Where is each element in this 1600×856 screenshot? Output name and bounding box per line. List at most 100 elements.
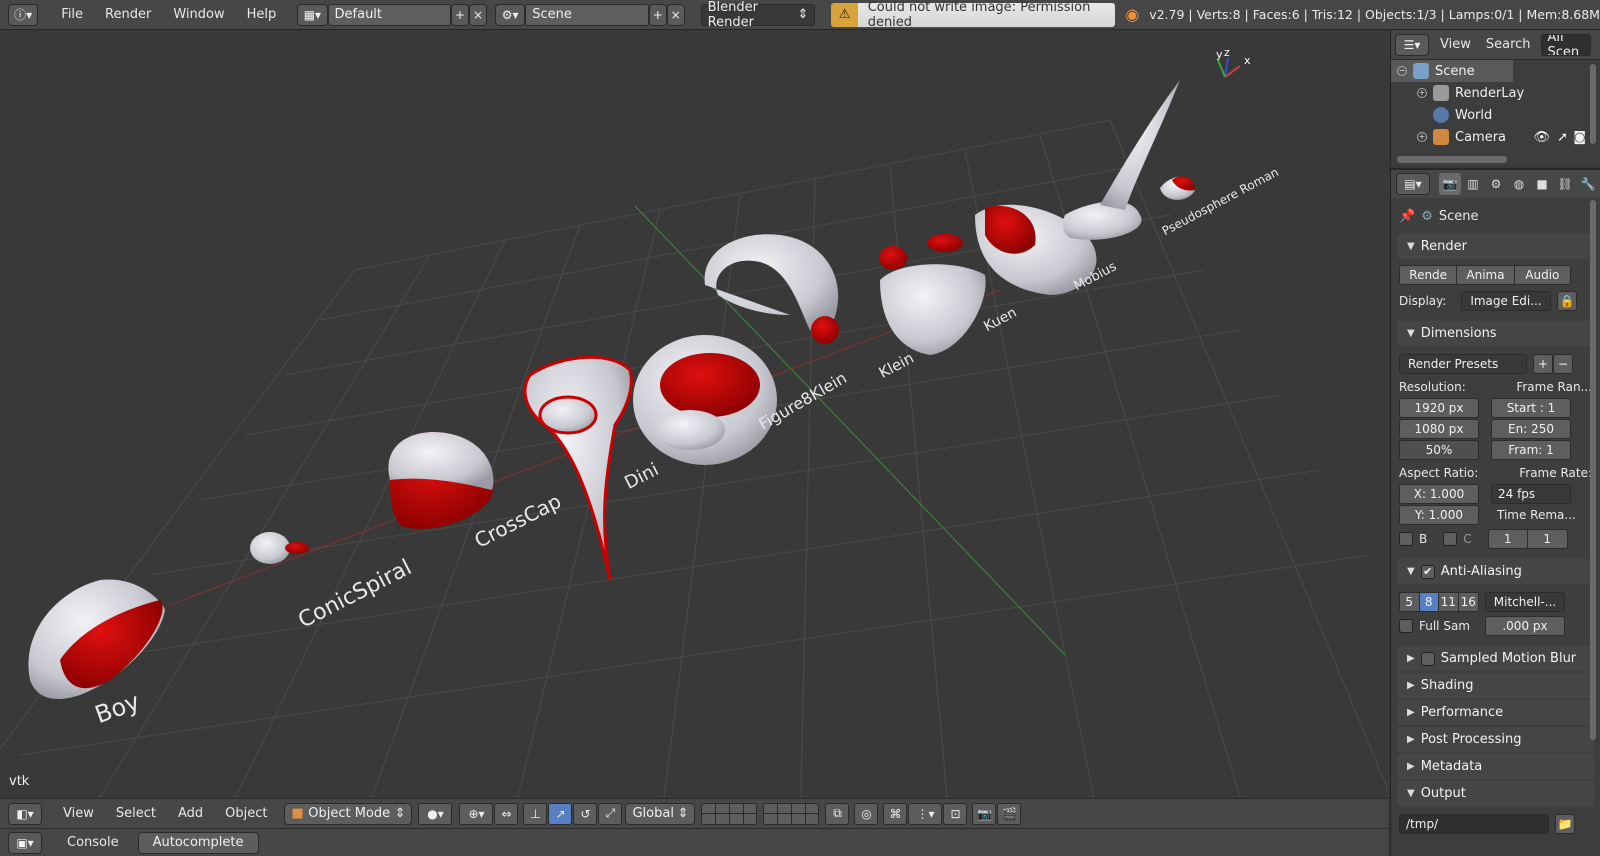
renderable-camera-icon[interactable]: ◙ <box>1573 130 1586 145</box>
snap-element-icon[interactable]: ⋮▾ <box>908 802 943 825</box>
filter-size-field[interactable]: .000 px <box>1485 616 1565 636</box>
frame-start-field[interactable]: Start : 1 <box>1491 398 1571 418</box>
menu-help[interactable]: Help <box>236 7 288 22</box>
render-still-button[interactable]: Rende <box>1400 266 1458 284</box>
properties-v-scrollbar[interactable] <box>1590 200 1596 740</box>
translate-icon[interactable]: ↗ <box>548 802 573 825</box>
world-tab-icon[interactable]: ◍ <box>1508 173 1530 195</box>
display-select[interactable]: Image Edi... <box>1461 291 1551 311</box>
render-audio-button[interactable]: Audio <box>1514 266 1570 284</box>
visibility-eye-icon[interactable]: 👁 <box>1533 130 1550 145</box>
render-animation-button[interactable]: Anima <box>1457 266 1515 284</box>
panel-render[interactable]: ▼ Render <box>1397 234 1594 259</box>
panel-dimensions[interactable]: ▼ Dimensions <box>1397 321 1594 346</box>
frame-step-field[interactable]: Fram: 1 <box>1491 440 1571 460</box>
outliner-v-scrollbar[interactable] <box>1590 64 1596 144</box>
layers-grid-1[interactable] <box>701 802 758 825</box>
aa-sample-16[interactable]: 16 <box>1458 593 1478 611</box>
resolution-percent-field[interactable]: 50% <box>1399 440 1479 460</box>
frame-end-field[interactable]: En: 250 <box>1491 419 1571 439</box>
object-tab-icon[interactable]: ■ <box>1531 173 1553 195</box>
vp-menu-object[interactable]: Object <box>214 806 278 821</box>
snap-target-icon[interactable]: ⊡ <box>943 802 968 825</box>
opengl-anim-icon[interactable]: 🎬 <box>997 802 1022 825</box>
3d-viewport[interactable]: x y z Boy ConicSpiral CrossCap Dini Figu… <box>0 30 1388 798</box>
pivot-icon[interactable]: ⊕▾ <box>459 802 494 825</box>
render-presets-select[interactable]: Render Presets <box>1399 354 1527 374</box>
full-sample-checkbox[interactable] <box>1399 619 1413 633</box>
outliner-view-menu[interactable]: View <box>1429 37 1482 52</box>
fps-select[interactable]: 24 fps <box>1491 484 1571 504</box>
aspect-x-field[interactable]: X: 1.000 <box>1399 484 1479 504</box>
render-layers-tab-icon[interactable]: ▥ <box>1462 173 1484 195</box>
expand-icon[interactable]: + <box>1417 88 1427 98</box>
outliner-item-world[interactable]: World <box>1391 104 1600 126</box>
vp-menu-view[interactable]: View <box>52 806 105 821</box>
remap-old-field[interactable]: 1 <box>1488 530 1528 548</box>
aa-sample-8[interactable]: 8 <box>1419 593 1439 611</box>
layout-remove-icon[interactable]: × <box>469 3 487 26</box>
constraints-tab-icon[interactable]: ⛓ <box>1554 173 1576 195</box>
aa-filter-select[interactable]: Mitchell-... <box>1485 592 1565 612</box>
modifiers-tab-icon[interactable]: 🔧 <box>1577 173 1599 195</box>
scene-field[interactable]: Scene <box>525 3 649 26</box>
output-path-field[interactable]: /tmp/ <box>1399 814 1549 834</box>
panel-performance[interactable]: ▶ Performance <box>1397 700 1594 725</box>
panel-shading[interactable]: ▶ Shading <box>1397 673 1594 698</box>
crop-checkbox[interactable] <box>1443 532 1458 546</box>
scene-icon[interactable]: ⚙▾ <box>494 3 526 26</box>
editor-type-properties-icon[interactable]: ▤▾ <box>1396 173 1430 195</box>
aspect-y-field[interactable]: Y: 1.000 <box>1399 505 1479 525</box>
resolution-x-field[interactable]: 1920 px <box>1399 398 1479 418</box>
layout-field[interactable]: Default <box>327 3 452 26</box>
border-checkbox[interactable] <box>1399 532 1413 546</box>
outliner-item-scene[interactable]: − Scene <box>1391 60 1513 82</box>
resolution-y-field[interactable]: 1080 px <box>1399 419 1479 439</box>
editor-type-info-icon[interactable]: ⓘ▾ <box>8 3 39 26</box>
folder-browse-icon[interactable]: 📁 <box>1555 814 1575 834</box>
render-tab-icon[interactable]: 📷 <box>1439 173 1461 195</box>
shading-solid-icon[interactable]: ●▾ <box>418 802 453 825</box>
layout-icon[interactable]: ▦▾ <box>297 3 328 26</box>
antialiasing-checkbox[interactable]: ✔ <box>1420 564 1435 579</box>
outliner-item-renderlayers[interactable]: + RenderLay <box>1391 82 1600 104</box>
panel-antialiasing[interactable]: ▼ ✔ Anti-Aliasing <box>1397 559 1594 584</box>
autocomplete-button[interactable]: Autocomplete <box>137 831 259 854</box>
pin-icon[interactable]: 📌 <box>1399 209 1415 224</box>
manipulator-toggle-icon[interactable]: ⇔ <box>494 802 519 825</box>
editor-type-console-icon[interactable]: ▣▾ <box>8 831 42 854</box>
aa-sample-5[interactable]: 5 <box>1400 593 1420 611</box>
vp-menu-add[interactable]: Add <box>167 806 214 821</box>
layout-add-icon[interactable]: + <box>451 3 470 26</box>
preset-remove-icon[interactable]: − <box>1553 354 1573 374</box>
opengl-render-icon[interactable]: 📷 <box>972 802 997 825</box>
axis-manipulator-icon[interactable]: ⊥ <box>523 802 548 825</box>
outliner-search-menu[interactable]: Search <box>1482 37 1535 52</box>
scene-remove-icon[interactable]: × <box>666 3 685 26</box>
warning-report[interactable]: ⚠ Could not write image: Permission deni… <box>831 0 1116 30</box>
panel-sampled-motion-blur[interactable]: ▶ Sampled Motion Blur <box>1397 646 1594 671</box>
orientation-select[interactable]: Global ⇕ <box>625 802 696 825</box>
vp-menu-select[interactable]: Select <box>105 806 167 821</box>
render-engine-select[interactable]: Blender Render ⇕ <box>700 0 816 30</box>
menu-render[interactable]: Render <box>94 7 162 22</box>
scene-add-icon[interactable]: + <box>648 3 667 26</box>
aa-sample-11[interactable]: 11 <box>1439 593 1459 611</box>
scale-icon[interactable]: ⤢ <box>598 802 623 825</box>
panel-metadata[interactable]: ▶ Metadata <box>1397 754 1594 779</box>
lock-interface-icon[interactable]: 🔒 <box>1557 291 1577 311</box>
lock-layers-icon[interactable]: ⧉ <box>825 802 850 825</box>
outliner-h-scrollbar[interactable] <box>1397 156 1507 163</box>
outliner-item-camera[interactable]: + Camera 👁 ➚ ◙ <box>1391 126 1600 148</box>
outliner-display-mode[interactable]: All Scen <box>1540 33 1591 56</box>
selectable-cursor-icon[interactable]: ➚ <box>1557 130 1568 145</box>
editor-type-3d-icon[interactable]: ◧▾ <box>8 802 42 825</box>
proportional-edit-icon[interactable]: ◎ <box>854 802 879 825</box>
menu-file[interactable]: File <box>50 7 94 22</box>
layers-grid-2[interactable] <box>763 802 820 825</box>
preset-add-icon[interactable]: + <box>1533 354 1553 374</box>
remap-new-field[interactable]: 1 <box>1527 530 1567 548</box>
console-menu[interactable]: Console <box>56 835 130 850</box>
panel-post-processing[interactable]: ▶ Post Processing <box>1397 727 1594 752</box>
rotate-icon[interactable]: ↺ <box>573 802 598 825</box>
